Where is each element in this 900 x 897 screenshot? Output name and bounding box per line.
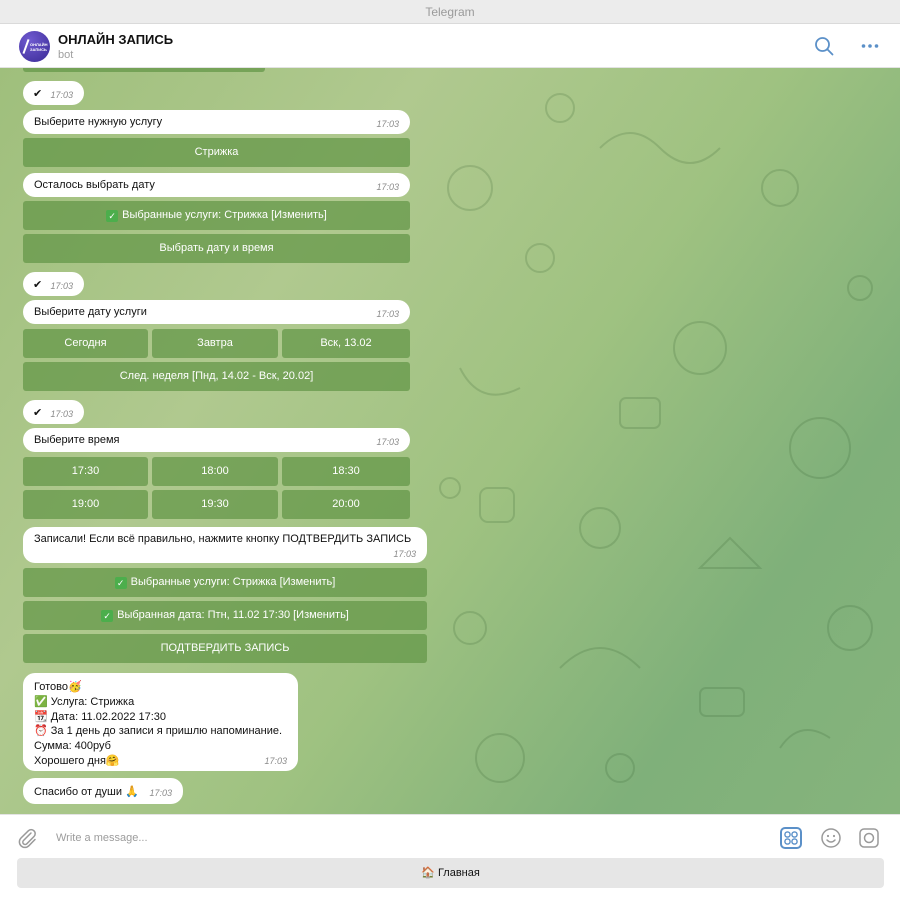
- grid-icon: [784, 831, 798, 845]
- message-bubble: ✔ 17:03: [23, 81, 84, 105]
- keyboard-button-label: Выбранная дата: Птн, 11.02 17:30 [Измени…: [117, 609, 349, 621]
- message-text: Выберите нужную услугу: [34, 116, 163, 128]
- message-time: 17:03: [393, 549, 416, 559]
- message-bubble-confirmation: Готово🥳 ✅ Услуга: Стрижка 📆 Дата: 11.02.…: [23, 673, 298, 771]
- more-options-icon[interactable]: [860, 36, 880, 56]
- message-text: ✔: [33, 279, 43, 291]
- keyboard-button-next-week[interactable]: След. неделя [Пнд, 14.02 - Вск, 20.02]: [23, 362, 410, 391]
- keyboard-button-selected-services[interactable]: ✓ Выбранные услуги: Стрижка [Изменить]: [23, 568, 427, 597]
- keyboard-button-time[interactable]: 20:00: [282, 490, 410, 519]
- message-text: Готово🥳 ✅ Услуга: Стрижка 📆 Дата: 11.02.…: [34, 680, 282, 769]
- search-icon[interactable]: [814, 36, 834, 56]
- avatar-slash: [22, 39, 30, 54]
- message-time: 17:03: [376, 119, 399, 129]
- message-bubble: Выберите нужную услугу 17:03: [23, 110, 410, 134]
- message-time: 17:03: [149, 788, 172, 798]
- message-text: Спасибо от души 🙏: [34, 786, 139, 798]
- message-text: Выберите время: [34, 434, 120, 446]
- message-time: 17:03: [264, 756, 287, 766]
- keyboard-button-label: Выбранные услуги: Стрижка [Изменить]: [122, 209, 327, 221]
- keyboard-button-time[interactable]: 17:30: [23, 457, 148, 486]
- keyboard-button-date-sunday[interactable]: Вск, 13.02: [282, 329, 410, 358]
- message-time: 17:03: [376, 437, 399, 447]
- avatar-logo-line2: ЗАПИСЬ: [30, 47, 47, 52]
- keyboard-button-previous[interactable]: [23, 68, 265, 72]
- message-composer: [0, 814, 900, 860]
- keyboard-button-time[interactable]: 18:00: [152, 457, 278, 486]
- message-text: Осталось выбрать дату: [34, 179, 155, 191]
- keyboard-button-service-haircut[interactable]: Стрижка: [23, 138, 410, 167]
- message-line: Сумма: 400руб: [34, 740, 111, 753]
- keyboard-button-selected-services[interactable]: ✓ Выбранные услуги: Стрижка [Изменить]: [23, 201, 410, 230]
- message-line: ✅ Услуга: Стрижка: [34, 695, 135, 708]
- chat-header[interactable]: ОНЛАЙН ЗАПИСЬ ОНЛАЙН ЗАПИСЬ bot: [0, 24, 900, 68]
- message-time: 17:03: [50, 281, 73, 291]
- message-line: Хорошего дня🤗: [34, 754, 120, 767]
- window-titlebar: Telegram: [0, 0, 900, 24]
- chat-status: bot: [58, 49, 74, 61]
- message-time: 17:03: [50, 90, 73, 100]
- checkmark-icon: ✓: [106, 210, 119, 222]
- main-menu-button[interactable]: 🏠 Главная: [17, 858, 884, 888]
- keyboard-button-date-tomorrow[interactable]: Завтра: [152, 329, 278, 358]
- message-text: Выберите дату услуги: [34, 306, 147, 318]
- keyboard-button-time[interactable]: 19:00: [23, 490, 148, 519]
- message-bubble: Выберите время 17:03: [23, 428, 410, 452]
- reply-keyboard: 🏠 Главная: [0, 858, 900, 897]
- keyboard-button-label: Выбранные услуги: Стрижка [Изменить]: [130, 576, 336, 588]
- message-time: 17:03: [376, 309, 399, 319]
- message-text: ✔: [33, 88, 43, 100]
- message-bubble: Выберите дату услуги 17:03: [23, 300, 410, 324]
- confirm-booking-button[interactable]: ПОДТВЕРДИТЬ ЗАПИСЬ: [23, 634, 427, 663]
- message-bubble: Записали! Если всё правильно, нажмите кн…: [23, 527, 427, 563]
- keyboard-button-date-today[interactable]: Сегодня: [23, 329, 148, 358]
- message-text: ✔: [33, 407, 43, 419]
- message-bubble: ✔ 17:03: [23, 400, 84, 424]
- checkmark-icon: ✓: [101, 610, 114, 622]
- message-text: Записали! Если всё правильно, нажмите кн…: [34, 533, 412, 545]
- paperclip-icon[interactable]: [16, 827, 38, 849]
- bot-keyboard-icon[interactable]: [780, 827, 802, 849]
- message-bubble: Осталось выбрать дату 17:03: [23, 173, 410, 197]
- checkmark-icon: ✓: [114, 577, 127, 589]
- message-bubble: ✔ 17:03: [23, 272, 84, 296]
- message-line: ⏰ За 1 день до записи я пришлю напоминан…: [34, 725, 283, 738]
- chat-title: ОНЛАЙН ЗАПИСЬ: [58, 32, 174, 47]
- keyboard-button-selected-date[interactable]: ✓ Выбранная дата: Птн, 11.02 17:30 [Измен…: [23, 601, 427, 630]
- keyboard-button-pick-datetime[interactable]: Выбрать дату и время: [23, 234, 410, 263]
- chat-area[interactable]: ✔ 17:03 Выберите нужную услугу 17:03 Стр…: [0, 68, 900, 814]
- avatar[interactable]: ОНЛАЙН ЗАПИСЬ: [19, 31, 50, 62]
- keyboard-button-time[interactable]: 19:30: [152, 490, 278, 519]
- message-time: 17:03: [376, 182, 399, 192]
- message-line: 📆 Дата: 11.02.2022 17:30: [34, 710, 167, 723]
- message-bubble: Спасибо от души 🙏 17:03: [23, 778, 183, 804]
- keyboard-button-time[interactable]: 18:30: [282, 457, 410, 486]
- emoji-icon[interactable]: [820, 827, 842, 849]
- message-line: Готово🥳: [34, 681, 82, 693]
- video-message-icon[interactable]: [858, 827, 880, 849]
- message-input[interactable]: [56, 827, 756, 849]
- window-title: Telegram: [425, 5, 475, 19]
- message-time: 17:03: [50, 409, 73, 419]
